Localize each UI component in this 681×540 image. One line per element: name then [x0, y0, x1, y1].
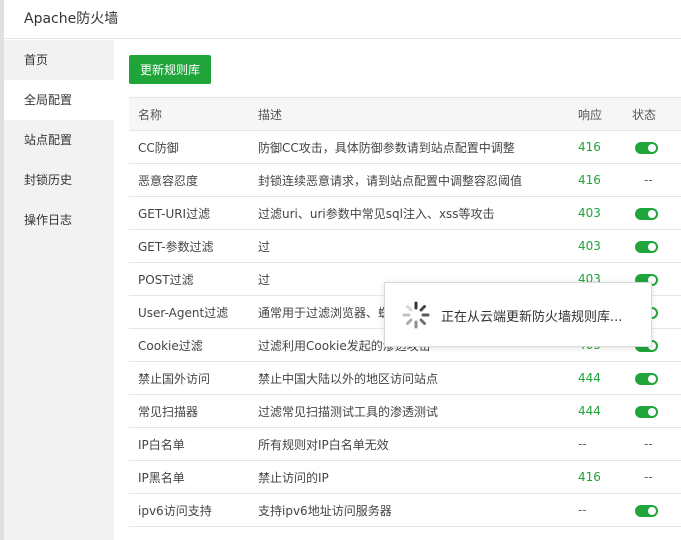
rule-response-code[interactable]: 416 [569, 460, 623, 494]
response-code-value[interactable]: 444 [578, 371, 601, 385]
rule-name: IP黑名单 [129, 460, 249, 494]
status-toggle[interactable] [635, 240, 658, 253]
status-toggle[interactable] [635, 141, 658, 154]
response-code-value: -- [578, 503, 587, 517]
table-row: ipv6访问支持 支持ipv6地址访问服务器 -- [129, 493, 681, 527]
rule-description: 禁止中国大陆以外的地区访问站点 [249, 361, 569, 395]
sidebar-item-site-config[interactable]: 站点配置 [4, 120, 114, 160]
table-header-row: 名称 描述 响应 状态 [129, 97, 681, 131]
rule-description: 过 [249, 229, 569, 263]
response-code-value[interactable]: 403 [578, 206, 601, 220]
rule-response-code[interactable]: 444 [569, 394, 623, 428]
response-code-value[interactable]: 444 [578, 404, 601, 418]
status-placeholder: -- [644, 173, 653, 187]
sidebar-item-operation-log[interactable]: 操作日志 [4, 200, 114, 240]
rule-response-code[interactable]: 403 [569, 229, 623, 263]
rule-status [623, 493, 681, 527]
rule-name: 常见扫描器 [129, 394, 249, 428]
column-header-response: 响应 [569, 97, 623, 131]
rule-response-code[interactable]: 444 [569, 361, 623, 395]
rule-response-code[interactable]: 416 [569, 130, 623, 164]
sidebar-item-home[interactable]: 首页 [4, 40, 114, 80]
table-row: 禁止国外访问 禁止中国大陆以外的地区访问站点 444 [129, 361, 681, 395]
rule-name: Cookie过滤 [129, 328, 249, 362]
loading-spinner-icon [402, 301, 430, 329]
column-header-name: 名称 [129, 97, 249, 131]
table-row: IP黑名单 禁止访问的IP 416 -- [129, 460, 681, 494]
rule-status [623, 229, 681, 263]
rule-status [623, 130, 681, 164]
rule-description: 所有规则对IP白名单无效 [249, 427, 569, 461]
status-placeholder: -- [644, 437, 653, 451]
response-code-value[interactable]: 416 [578, 173, 601, 187]
rule-status: -- [623, 163, 681, 197]
rule-status: -- [623, 427, 681, 461]
rule-response-code: -- [569, 427, 623, 461]
rule-status [623, 394, 681, 428]
sidebar-item-block-history[interactable]: 封锁历史 [4, 160, 114, 200]
main-panel: 更新规则库 名称 描述 响应 状态 CC防御 防御CC攻击，具体防御参数请到站点配… [114, 40, 681, 540]
rule-name: GET-URI过滤 [129, 196, 249, 230]
rule-status: -- [623, 460, 681, 494]
loading-dialog: 正在从云端更新防火墙规则库... [384, 282, 652, 347]
table-row: GET-参数过滤过 403 [129, 229, 681, 263]
table-row: 常见扫描器 过滤常见扫描测试工具的渗透测试 444 [129, 394, 681, 428]
rule-description: 禁止访问的IP [249, 460, 569, 494]
status-toggle[interactable] [635, 405, 658, 418]
rule-description: 过滤uri、uri参数中常见sql注入、xss等攻击 [249, 196, 569, 230]
rule-description: 防御CC攻击，具体防御参数请到站点配置中调整 [249, 130, 569, 164]
rule-response-code[interactable]: 416 [569, 163, 623, 197]
table-row: IP白名单 所有规则对IP白名单无效 -- -- [129, 427, 681, 461]
rule-status [623, 361, 681, 395]
sidebar: 首页 全局配置 站点配置 封锁历史 操作日志 [4, 40, 114, 540]
rule-response-code[interactable]: 403 [569, 196, 623, 230]
status-placeholder: -- [644, 470, 653, 484]
rule-name: User-Agent过滤 [129, 295, 249, 329]
table-row: GET-URI过滤 过滤uri、uri参数中常见sql注入、xss等攻击 403 [129, 196, 681, 230]
response-code-value: -- [578, 437, 587, 451]
column-header-description: 描述 [249, 97, 569, 131]
status-toggle[interactable] [635, 504, 658, 517]
rule-name: 禁止国外访问 [129, 361, 249, 395]
rule-name: 恶意容忍度 [129, 163, 249, 197]
sidebar-item-global-config[interactable]: 全局配置 [4, 80, 114, 120]
update-rules-button[interactable]: 更新规则库 [129, 55, 211, 84]
rule-status [623, 196, 681, 230]
rule-name: GET-参数过滤 [129, 229, 249, 263]
rule-name: POST过滤 [129, 262, 249, 296]
status-toggle[interactable] [635, 207, 658, 220]
response-code-value[interactable]: 403 [578, 239, 601, 253]
table-row: CC防御 防御CC攻击，具体防御参数请到站点配置中调整 416 [129, 130, 681, 164]
response-code-value[interactable]: 416 [578, 140, 601, 154]
response-code-value[interactable]: 416 [578, 470, 601, 484]
rule-description: 封锁连续恶意请求，请到站点配置中调整容忍阈值 [249, 163, 569, 197]
rule-name: IP白名单 [129, 427, 249, 461]
rule-description: 支持ipv6地址访问服务器 [249, 493, 569, 527]
rule-name: ipv6访问支持 [129, 493, 249, 527]
window-title: Apache防火墙 [4, 0, 681, 39]
column-header-status: 状态 [623, 97, 681, 131]
loading-message: 正在从云端更新防火墙规则库... [441, 310, 623, 325]
rule-description: 过滤常见扫描测试工具的渗透测试 [249, 394, 569, 428]
table-row: 恶意容忍度 封锁连续恶意请求，请到站点配置中调整容忍阈值 416 -- [129, 163, 681, 197]
rule-name: CC防御 [129, 130, 249, 164]
rule-response-code: -- [569, 493, 623, 527]
status-toggle[interactable] [635, 372, 658, 385]
